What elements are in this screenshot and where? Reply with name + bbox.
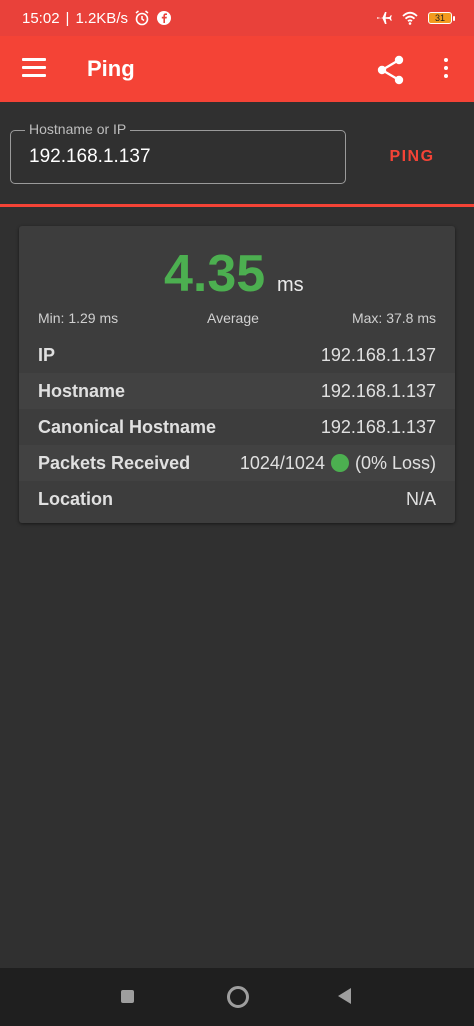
row-value: N/A [405,488,436,509]
row-key: Hostname [38,380,126,401]
row-packets-received: Packets Received 1024/1024 (0% Loss) [19,445,455,481]
back-icon[interactable] [338,988,351,1004]
row-location: Location N/A [19,481,455,517]
row-canonical-hostname: Canonical Hostname 192.168.1.137 [19,409,455,445]
row-key: Packets Received [38,452,191,473]
more-vert-icon[interactable] [438,54,454,84]
ping-result-card: 4.35 ms Min: 1.29 ms Average Max: 37.8 m… [19,226,455,523]
system-nav-bar [0,968,474,1026]
row-key: IP [38,344,56,365]
min-stat: Min: 1.29 ms [38,310,119,326]
home-icon[interactable] [227,986,249,1008]
result-rows: IP 192.168.1.137 Hostname 192.168.1.137 … [19,337,455,517]
row-key: Canonical Hostname [38,416,217,437]
page-title: Ping [87,56,135,81]
battery-icon: 31 [428,12,455,24]
facebook-icon [156,11,171,25]
app-bar: Ping [0,36,474,102]
packets-count: 1024/1024 [239,452,325,473]
row-value: 192.168.1.137 [320,416,436,437]
menu-icon[interactable] [22,58,46,78]
status-time: 15:02 [22,9,60,27]
row-value-group: 1024/1024 (0% Loss) [240,453,436,474]
status-dot-icon [330,454,349,472]
max-stat: Max: 37.8 ms [351,310,436,326]
hostname-field-label: Hostname or IP [25,121,131,137]
average-unit: ms [277,274,304,296]
average-value: 4.35 [164,245,266,303]
row-ip: IP 192.168.1.137 [19,337,455,373]
hostname-input[interactable] [27,143,331,171]
average-label: Average [207,310,259,326]
packets-loss: (0% Loss) [354,452,436,473]
host-input-area: Hostname or IP PING [0,102,474,206]
hostname-field[interactable]: Hostname or IP [10,121,346,184]
status-separator: | [65,9,70,27]
ping-button[interactable]: PING [378,142,446,172]
row-value: 192.168.1.137 [320,344,436,365]
share-icon[interactable] [374,53,408,87]
battery-level: 31 [434,13,445,23]
row-key: Location [38,488,113,509]
wifi-icon [402,11,418,25]
status-net-speed: 1.2KB/s [75,9,128,27]
status-bar: 15:02 | 1.2KB/s 31 [0,0,474,36]
airplane-icon [377,12,392,24]
row-hostname: Hostname 192.168.1.137 [19,373,455,409]
recents-icon[interactable] [121,990,134,1003]
row-value: 192.168.1.137 [320,380,436,401]
accent-divider [0,204,474,207]
alarm-icon [135,10,149,26]
